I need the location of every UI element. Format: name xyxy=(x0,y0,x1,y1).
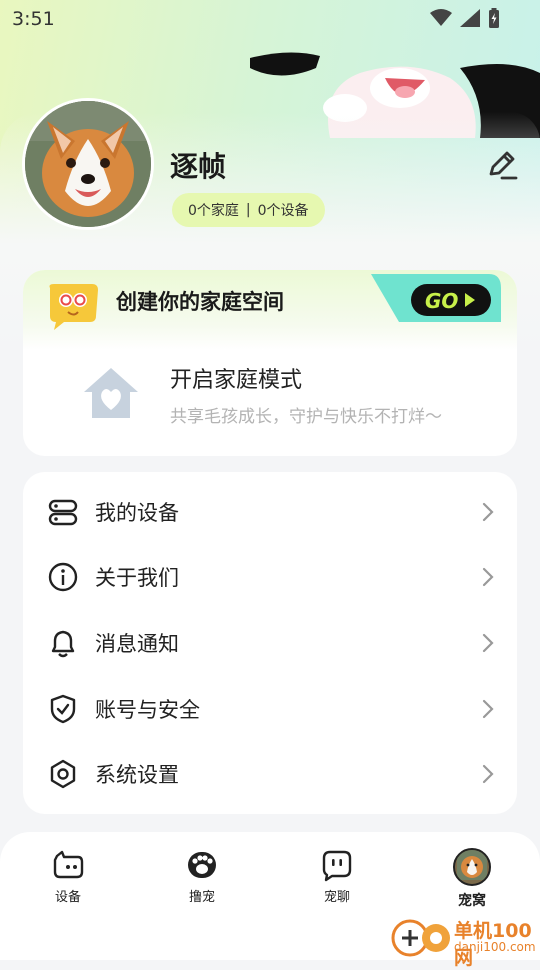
menu-item-about-us[interactable]: 关于我们 xyxy=(23,545,517,609)
wifi-icon xyxy=(430,9,452,26)
chevron-right-icon xyxy=(482,699,494,719)
devices-icon xyxy=(48,499,78,526)
chevron-right-icon xyxy=(482,502,494,522)
nav-tab-chat[interactable]: 宠聊 xyxy=(292,848,382,918)
battery-icon xyxy=(489,8,499,28)
status-icons xyxy=(430,8,500,28)
nav-label-nest: 宠窝 xyxy=(458,893,486,909)
watermark-subtitle: danji100.com xyxy=(454,940,536,954)
shield-icon xyxy=(50,694,76,724)
stats-divider: | xyxy=(245,202,251,218)
family-mode-title: 开启家庭模式 xyxy=(170,368,303,393)
edit-profile-icon[interactable] xyxy=(486,150,518,182)
profile-stats-pill: 0个家庭 | 0个设备 xyxy=(172,193,325,227)
nav-tab-pet[interactable]: 撸宠 xyxy=(157,848,247,918)
nav-tab-devices[interactable]: 设备 xyxy=(23,848,113,918)
corgi-photo-icon xyxy=(25,101,151,227)
go-button[interactable]: GO xyxy=(371,274,501,322)
device-count: 0个设备 xyxy=(257,203,309,219)
menu-label-my-devices: 我的设备 xyxy=(95,501,179,525)
menu-label-system-settings: 系统设置 xyxy=(95,763,179,787)
chevron-right-icon xyxy=(482,633,494,653)
menu-item-notifications[interactable]: 消息通知 xyxy=(23,611,517,675)
family-mode-subtitle: 共享毛孩成长，守护与快乐不打烊～ xyxy=(170,407,442,427)
username: 逐帧 xyxy=(170,150,227,183)
nav-label-chat: 宠聊 xyxy=(323,890,350,905)
status-bar: 3:51 xyxy=(0,0,540,38)
nav-label-pet: 撸宠 xyxy=(188,890,215,905)
family-banner-title: 创建你的家庭空间 xyxy=(116,290,284,314)
paw-icon xyxy=(188,852,216,878)
status-time: 3:51 xyxy=(12,8,55,30)
house-heart-icon xyxy=(84,368,138,418)
menu-label-notifications: 消息通知 xyxy=(95,632,179,656)
menu-item-system-settings[interactable]: 系统设置 xyxy=(23,742,517,806)
avatar-icon xyxy=(453,848,491,886)
watermark-logo-icon xyxy=(391,919,450,957)
menu-item-my-devices[interactable]: 我的设备 xyxy=(23,480,517,544)
family-count: 0个家庭 xyxy=(188,203,239,219)
chevron-right-icon xyxy=(482,764,494,784)
device-cat-icon xyxy=(53,850,84,879)
menu-item-account-security[interactable]: 账号与安全 xyxy=(23,677,517,741)
menu-label-account-security: 账号与安全 xyxy=(95,698,200,722)
profile-avatar[interactable] xyxy=(22,98,154,230)
hexagon-settings-icon xyxy=(50,759,76,789)
nav-tab-nest[interactable]: 宠窝 xyxy=(427,848,517,918)
signal-icon xyxy=(460,9,480,27)
menu-label-about-us: 关于我们 xyxy=(95,566,179,590)
chevron-right-icon xyxy=(482,567,494,587)
chat-bubble-icon xyxy=(322,850,352,882)
go-label: GO xyxy=(425,289,458,313)
info-icon xyxy=(48,562,78,592)
site-watermark: 单机100网 danji100.com xyxy=(388,914,540,969)
chat-emoji-icon xyxy=(49,284,98,330)
settings-menu-card: 我的设备 关于我们 消息通知 账号与安全 系统设置 xyxy=(23,472,517,814)
nav-label-devices: 设备 xyxy=(54,890,81,905)
bell-icon xyxy=(51,630,75,658)
